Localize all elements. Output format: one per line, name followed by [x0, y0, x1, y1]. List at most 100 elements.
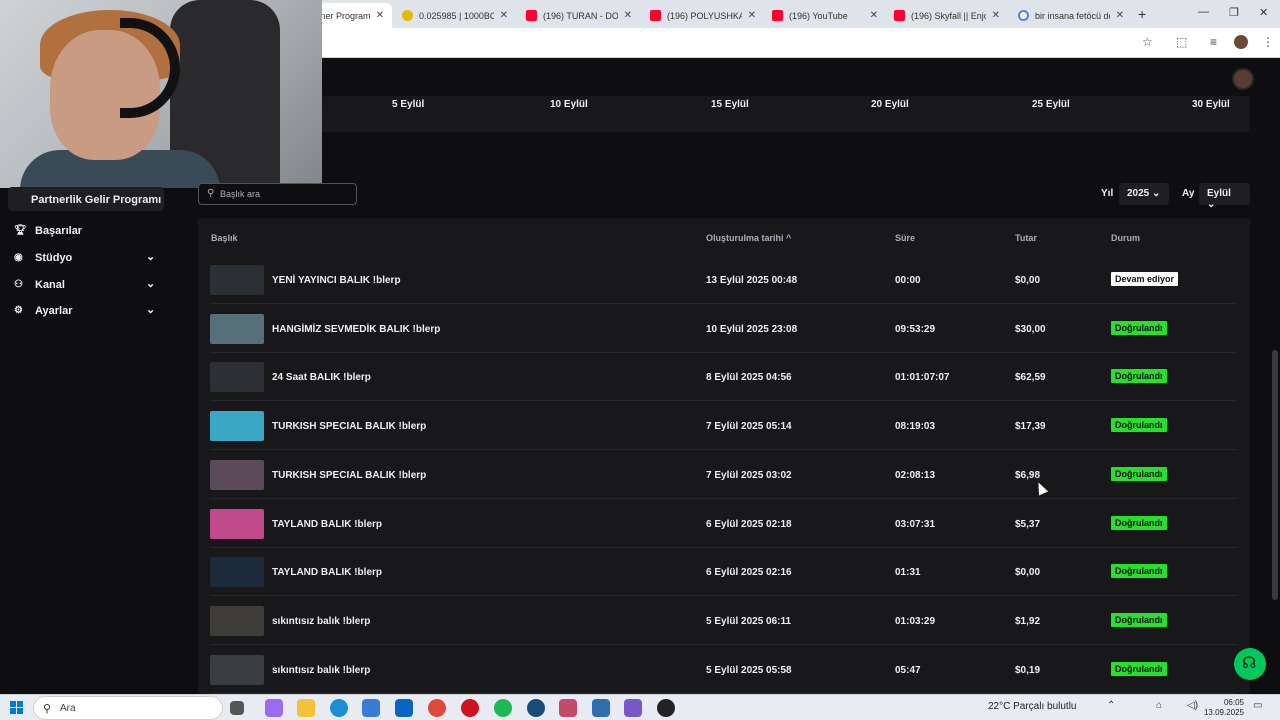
- year-select[interactable]: 2025 ⌄: [1119, 183, 1169, 205]
- browser-tab[interactable]: bir insana fetöcü demek ✕: [1010, 3, 1132, 28]
- app-icon[interactable]: [559, 699, 577, 717]
- table-row[interactable]: TURKISH SPECIAL BALIK !blerp 7 Eylül 2025…: [210, 451, 1237, 499]
- table-row[interactable]: 24 Saat BALIK !blerp 8 Eylül 2025 04:56 01…: [210, 353, 1237, 402]
- stream-thumbnail[interactable]: [210, 362, 264, 393]
- avatar[interactable]: [1232, 68, 1254, 90]
- chevron-down-icon[interactable]: ⌄: [146, 250, 155, 263]
- search-box[interactable]: ⚲: [198, 183, 357, 205]
- tab-title: (196) YouTube: [789, 10, 848, 21]
- chevron-down-icon[interactable]: ⌄: [146, 277, 155, 290]
- stream-thumbnail[interactable]: [210, 654, 264, 685]
- gear-icon: ⚙: [14, 305, 23, 316]
- opera-icon[interactable]: [461, 699, 479, 717]
- taskbar-search-label: Ara: [60, 703, 76, 714]
- steam-icon[interactable]: [527, 699, 545, 717]
- browser-tab[interactable]: (196) YouTube ✕: [764, 3, 886, 28]
- browser-tab[interactable]: (196) POLYUSHKA POLYE ✕: [642, 3, 764, 28]
- close-icon[interactable]: ✕: [870, 10, 878, 21]
- sidebar-item-channel[interactable]: ⚇ Kanal ⌄: [0, 273, 170, 297]
- sidebar-item-settings[interactable]: ⚙ Ayarlar ⌄: [0, 299, 170, 323]
- table-row[interactable]: TURKISH SPECIAL BALIK !blerp 7 Eylül 2025…: [210, 402, 1237, 451]
- stream-thumbnail[interactable]: [210, 557, 264, 588]
- obs-icon[interactable]: [657, 699, 675, 717]
- month-select[interactable]: Eylül ⌄: [1199, 183, 1250, 210]
- start-button[interactable]: [10, 701, 23, 714]
- scrollbar[interactable]: [1272, 350, 1278, 600]
- sidebar-item-achievements[interactable]: 🏆︎ Başarılar: [0, 219, 170, 243]
- browser-tab[interactable]: 0.025985 | 1000BONK ✕: [394, 3, 516, 28]
- task-view-icon[interactable]: [230, 701, 244, 715]
- browser-tab-active[interactable]: tner Program ✕: [310, 3, 392, 28]
- network-icon[interactable]: ⌂: [1156, 700, 1162, 711]
- stream-thumbnail[interactable]: [210, 411, 264, 442]
- search-icon: ⚲: [207, 188, 215, 199]
- copilot-icon[interactable]: [265, 699, 283, 717]
- cell-created: 6 Eylül 2025 02:16: [706, 567, 792, 579]
- notification-icon[interactable]: ▭: [1253, 700, 1262, 711]
- column-header-duration[interactable]: Süre: [895, 233, 915, 243]
- close-icon[interactable]: ✕: [992, 10, 1000, 21]
- store-icon[interactable]: [362, 699, 380, 717]
- tray-chevron-icon[interactable]: ⌃: [1107, 700, 1115, 711]
- cell-created: 7 Eylül 2025 05:14: [706, 421, 792, 433]
- weather-widget[interactable]: 22°C Parçalı bulutlu: [988, 701, 1077, 712]
- sidebar-item-studio[interactable]: ◉ Stüdyo ⌄: [0, 246, 170, 270]
- table-row[interactable]: TAYLAND BALIK !blerp 6 Eylül 2025 02:16 01…: [210, 548, 1237, 597]
- sidebar-item-partner-program[interactable]: Partnerlik Gelir Programı: [8, 187, 164, 211]
- browser-tab[interactable]: (196) Skyfall || Enjoy ✕: [886, 3, 1008, 28]
- new-tab-button[interactable]: +: [1138, 6, 1146, 22]
- windows-taskbar: ⚲ Ara 22°C Parçalı bulutlu ⌃ ⌂ ◁) 06:05 …: [0, 694, 1280, 720]
- taskbar-search[interactable]: ⚲ Ara: [33, 696, 223, 720]
- table-row[interactable]: YENİ YAYINCI BALIK !blerp 13 Eylül 2025 0…: [210, 256, 1237, 304]
- cell-duration: 00:00: [895, 275, 921, 286]
- google-icon: [1018, 10, 1029, 21]
- column-header-title[interactable]: Başlık: [211, 233, 238, 243]
- close-icon[interactable]: ✕: [624, 10, 632, 21]
- spotify-icon[interactable]: [494, 699, 512, 717]
- stream-thumbnail[interactable]: [210, 265, 264, 295]
- column-header-created[interactable]: Oluşturulma tarihi ^: [706, 233, 791, 243]
- cell-duration: 02:08:13: [895, 469, 936, 481]
- chrome-icon[interactable]: [428, 699, 446, 717]
- outlook-icon[interactable]: [395, 699, 413, 717]
- search-input[interactable]: [220, 187, 350, 201]
- minimize-button[interactable]: —: [1198, 6, 1209, 18]
- stream-thumbnail[interactable]: [210, 313, 264, 344]
- sidebar-item-label: Ayarlar: [35, 305, 73, 317]
- table-row[interactable]: TAYLAND BALIK !blerp 6 Eylül 2025 02:18 03…: [210, 500, 1237, 548]
- edge-icon[interactable]: [330, 699, 348, 717]
- app-icon[interactable]: [592, 699, 610, 717]
- coin-icon: [402, 10, 413, 21]
- browser-tab[interactable]: (196) TURAN - DOMBRA ✕: [518, 3, 640, 28]
- browser-profile-avatar[interactable]: [1234, 35, 1248, 49]
- table-row[interactable]: sıkıntısız balık !blerp 5 Eylül 2025 06:1…: [210, 597, 1237, 645]
- cell-title: HANGİMİZ SEVMEDİK BALIK !blerp: [272, 323, 441, 335]
- axis-tick-label: 30 Eylül: [1192, 99, 1230, 110]
- window-close-button[interactable]: ✕: [1259, 6, 1268, 19]
- file-explorer-icon[interactable]: [297, 699, 315, 717]
- column-header-amount[interactable]: Tutar: [1015, 233, 1037, 243]
- close-icon[interactable]: ✕: [1116, 10, 1124, 21]
- chevron-down-icon[interactable]: ⌄: [146, 303, 155, 316]
- star-icon[interactable]: ☆: [1142, 35, 1153, 49]
- media-icon[interactable]: ≡: [1210, 35, 1217, 49]
- close-icon[interactable]: ✕: [500, 10, 508, 21]
- menu-icon[interactable]: ⋮: [1262, 35, 1274, 49]
- column-header-status[interactable]: Durum: [1111, 233, 1140, 243]
- discord-icon[interactable]: [624, 699, 642, 717]
- table-row[interactable]: HANGİMİZ SEVMEDİK BALIK !blerp 10 Eylül 2…: [210, 305, 1237, 353]
- stream-thumbnail[interactable]: [210, 605, 264, 636]
- chat-icon: ☊: [1242, 655, 1257, 672]
- restore-button[interactable]: ❐: [1229, 6, 1239, 19]
- close-icon[interactable]: ✕: [376, 10, 384, 21]
- extensions-icon[interactable]: ⬚: [1176, 35, 1187, 49]
- youtube-icon: [650, 10, 661, 21]
- taskbar-clock[interactable]: 06:05 13.09.2025: [1200, 698, 1244, 718]
- close-icon[interactable]: ✕: [748, 10, 756, 21]
- volume-icon[interactable]: ◁): [1187, 700, 1198, 711]
- page-header: [322, 58, 1280, 100]
- stream-thumbnail[interactable]: [210, 508, 264, 539]
- stream-thumbnail[interactable]: [210, 459, 264, 490]
- help-button[interactable]: ☊: [1234, 648, 1266, 680]
- table-row[interactable]: sıkıntısız balık !blerp 5 Eylül 2025 05:5…: [210, 646, 1237, 694]
